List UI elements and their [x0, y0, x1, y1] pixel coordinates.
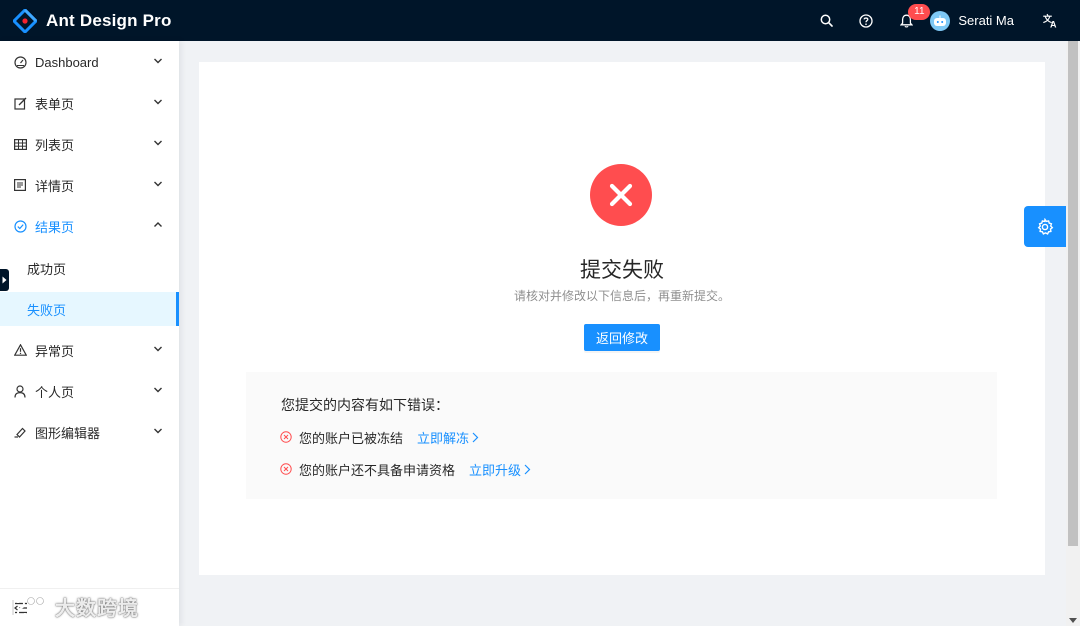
error-link-label: 立即升级 [469, 462, 522, 478]
warning-icon [13, 343, 27, 357]
close-circle-small-icon [280, 431, 292, 443]
chevron-down-icon [154, 181, 162, 187]
sidebar-item-account[interactable]: 个人页 [0, 373, 179, 409]
translate-icon: 文 A [1043, 13, 1057, 29]
error-heading: 您提交的内容有如下错误： [281, 397, 449, 413]
sidebar-item-label: 图形编辑器 [35, 425, 101, 441]
table-icon [13, 137, 27, 151]
notification-badge: 11 [908, 4, 931, 20]
sidebar-item-list[interactable]: 列表页 [0, 126, 179, 162]
ant-design-logo-icon [13, 8, 37, 33]
highlight-icon [13, 425, 27, 439]
sidebar-subitem-success[interactable]: 成功页 [0, 251, 179, 285]
upgrade-link[interactable]: 立即升级 [469, 460, 531, 479]
watermark: 大数跨境 [9, 592, 139, 621]
chevron-down-icon [154, 387, 162, 393]
app-title: Ant Design Pro [46, 10, 172, 30]
sidebar-item-exception[interactable]: 异常页 [0, 332, 179, 368]
profile-icon [13, 178, 27, 192]
gear-icon [1037, 217, 1054, 235]
sidebar: Dashboard 表单页 列表页 详情页 结果页 成功页 失败页 异常页 个人… [0, 41, 179, 626]
avatar-robot-icon [934, 15, 947, 26]
sidebar-item-label: 列表页 [35, 137, 75, 153]
sidebar-item-editor[interactable]: 图形编辑器 [0, 414, 179, 450]
chevron-down-icon [154, 99, 162, 105]
chevron-up-icon [154, 222, 162, 227]
sidebar-item-label: Dashboard [35, 54, 99, 70]
user-menu[interactable]: Serati Ma [926, 0, 1028, 41]
logo[interactable]: Ant Design Pro [0, 0, 172, 41]
sidebar-item-label: 个人页 [35, 384, 75, 400]
error-details: 您提交的内容有如下错误： 您的账户已被冻结 立即解冻 您的账户还不具备申请资格 … [246, 372, 997, 499]
chevron-down-icon [154, 140, 162, 146]
sidebar-toggle-handle[interactable] [0, 269, 9, 291]
error-text: 您的账户已被冻结 [299, 430, 404, 446]
watermark-logo-icon [12, 596, 45, 617]
header-help-button[interactable] [846, 0, 886, 41]
form-icon [13, 96, 27, 110]
sidebar-item-label: 详情页 [35, 178, 75, 194]
close-circle-icon [590, 164, 652, 226]
header-language-button[interactable]: 文 A [1028, 0, 1074, 41]
check-circle-icon [13, 219, 27, 233]
sidebar-subitem-label: 失败页 [27, 302, 67, 318]
settings-drawer-button[interactable] [1024, 206, 1066, 247]
chevron-right-icon [472, 432, 479, 442]
sidebar-item-form[interactable]: 表单页 [0, 85, 179, 121]
top-header: Ant Design Pro 11 Serati Ma 文 A [0, 0, 1080, 41]
chevron-down-icon [154, 346, 162, 352]
header-notification-button[interactable]: 11 [886, 0, 931, 41]
sidebar-subitem-label: 成功页 [27, 261, 67, 277]
scroll-down-arrow-icon[interactable] [1069, 618, 1077, 623]
sidebar-item-label: 结果页 [35, 219, 75, 235]
close-circle-small-icon [280, 463, 292, 475]
result-title: 提交失败 [580, 259, 664, 282]
chevron-down-icon [154, 58, 162, 64]
page-scrollbar[interactable] [1066, 41, 1080, 626]
user-name: Serati Ma [958, 13, 1014, 28]
dashboard-icon [13, 55, 27, 69]
sidebar-item-result[interactable]: 结果页 [0, 208, 179, 244]
result-subtitle: 请核对并修改以下信息后，再重新提交。 [513, 289, 730, 303]
error-row: 您的账户已被冻结 立即解冻 [280, 427, 479, 447]
sidebar-item-profile[interactable]: 详情页 [0, 167, 179, 203]
sidebar-subitem-fail[interactable]: 失败页 [0, 292, 179, 326]
header-search-button[interactable] [806, 0, 846, 41]
chevron-down-icon [154, 428, 162, 434]
error-link-label: 立即解冻 [417, 430, 470, 446]
svg-text:A: A [1050, 20, 1057, 29]
sidebar-item-label: 异常页 [35, 343, 75, 359]
question-icon [859, 13, 874, 28]
chevron-right-icon [524, 464, 531, 474]
sidebar-item-label: 表单页 [35, 96, 75, 112]
sidebar-item-dashboard[interactable]: Dashboard [0, 44, 179, 80]
return-edit-button[interactable]: 返回修改 [584, 324, 660, 351]
search-icon [820, 14, 833, 27]
scrollbar-thumb[interactable] [1068, 41, 1078, 546]
error-text: 您的账户还不具备申请资格 [299, 462, 456, 478]
avatar [930, 10, 951, 31]
error-row: 您的账户还不具备申请资格 立即升级 [280, 459, 531, 479]
user-icon [13, 384, 27, 398]
caret-right-icon [2, 276, 7, 284]
unfreeze-link[interactable]: 立即解冻 [417, 428, 479, 447]
watermark-text: 大数跨境 [55, 598, 139, 620]
result-card: 提交失败 请核对并修改以下信息后，再重新提交。 返回修改 您提交的内容有如下错误… [199, 62, 1045, 575]
